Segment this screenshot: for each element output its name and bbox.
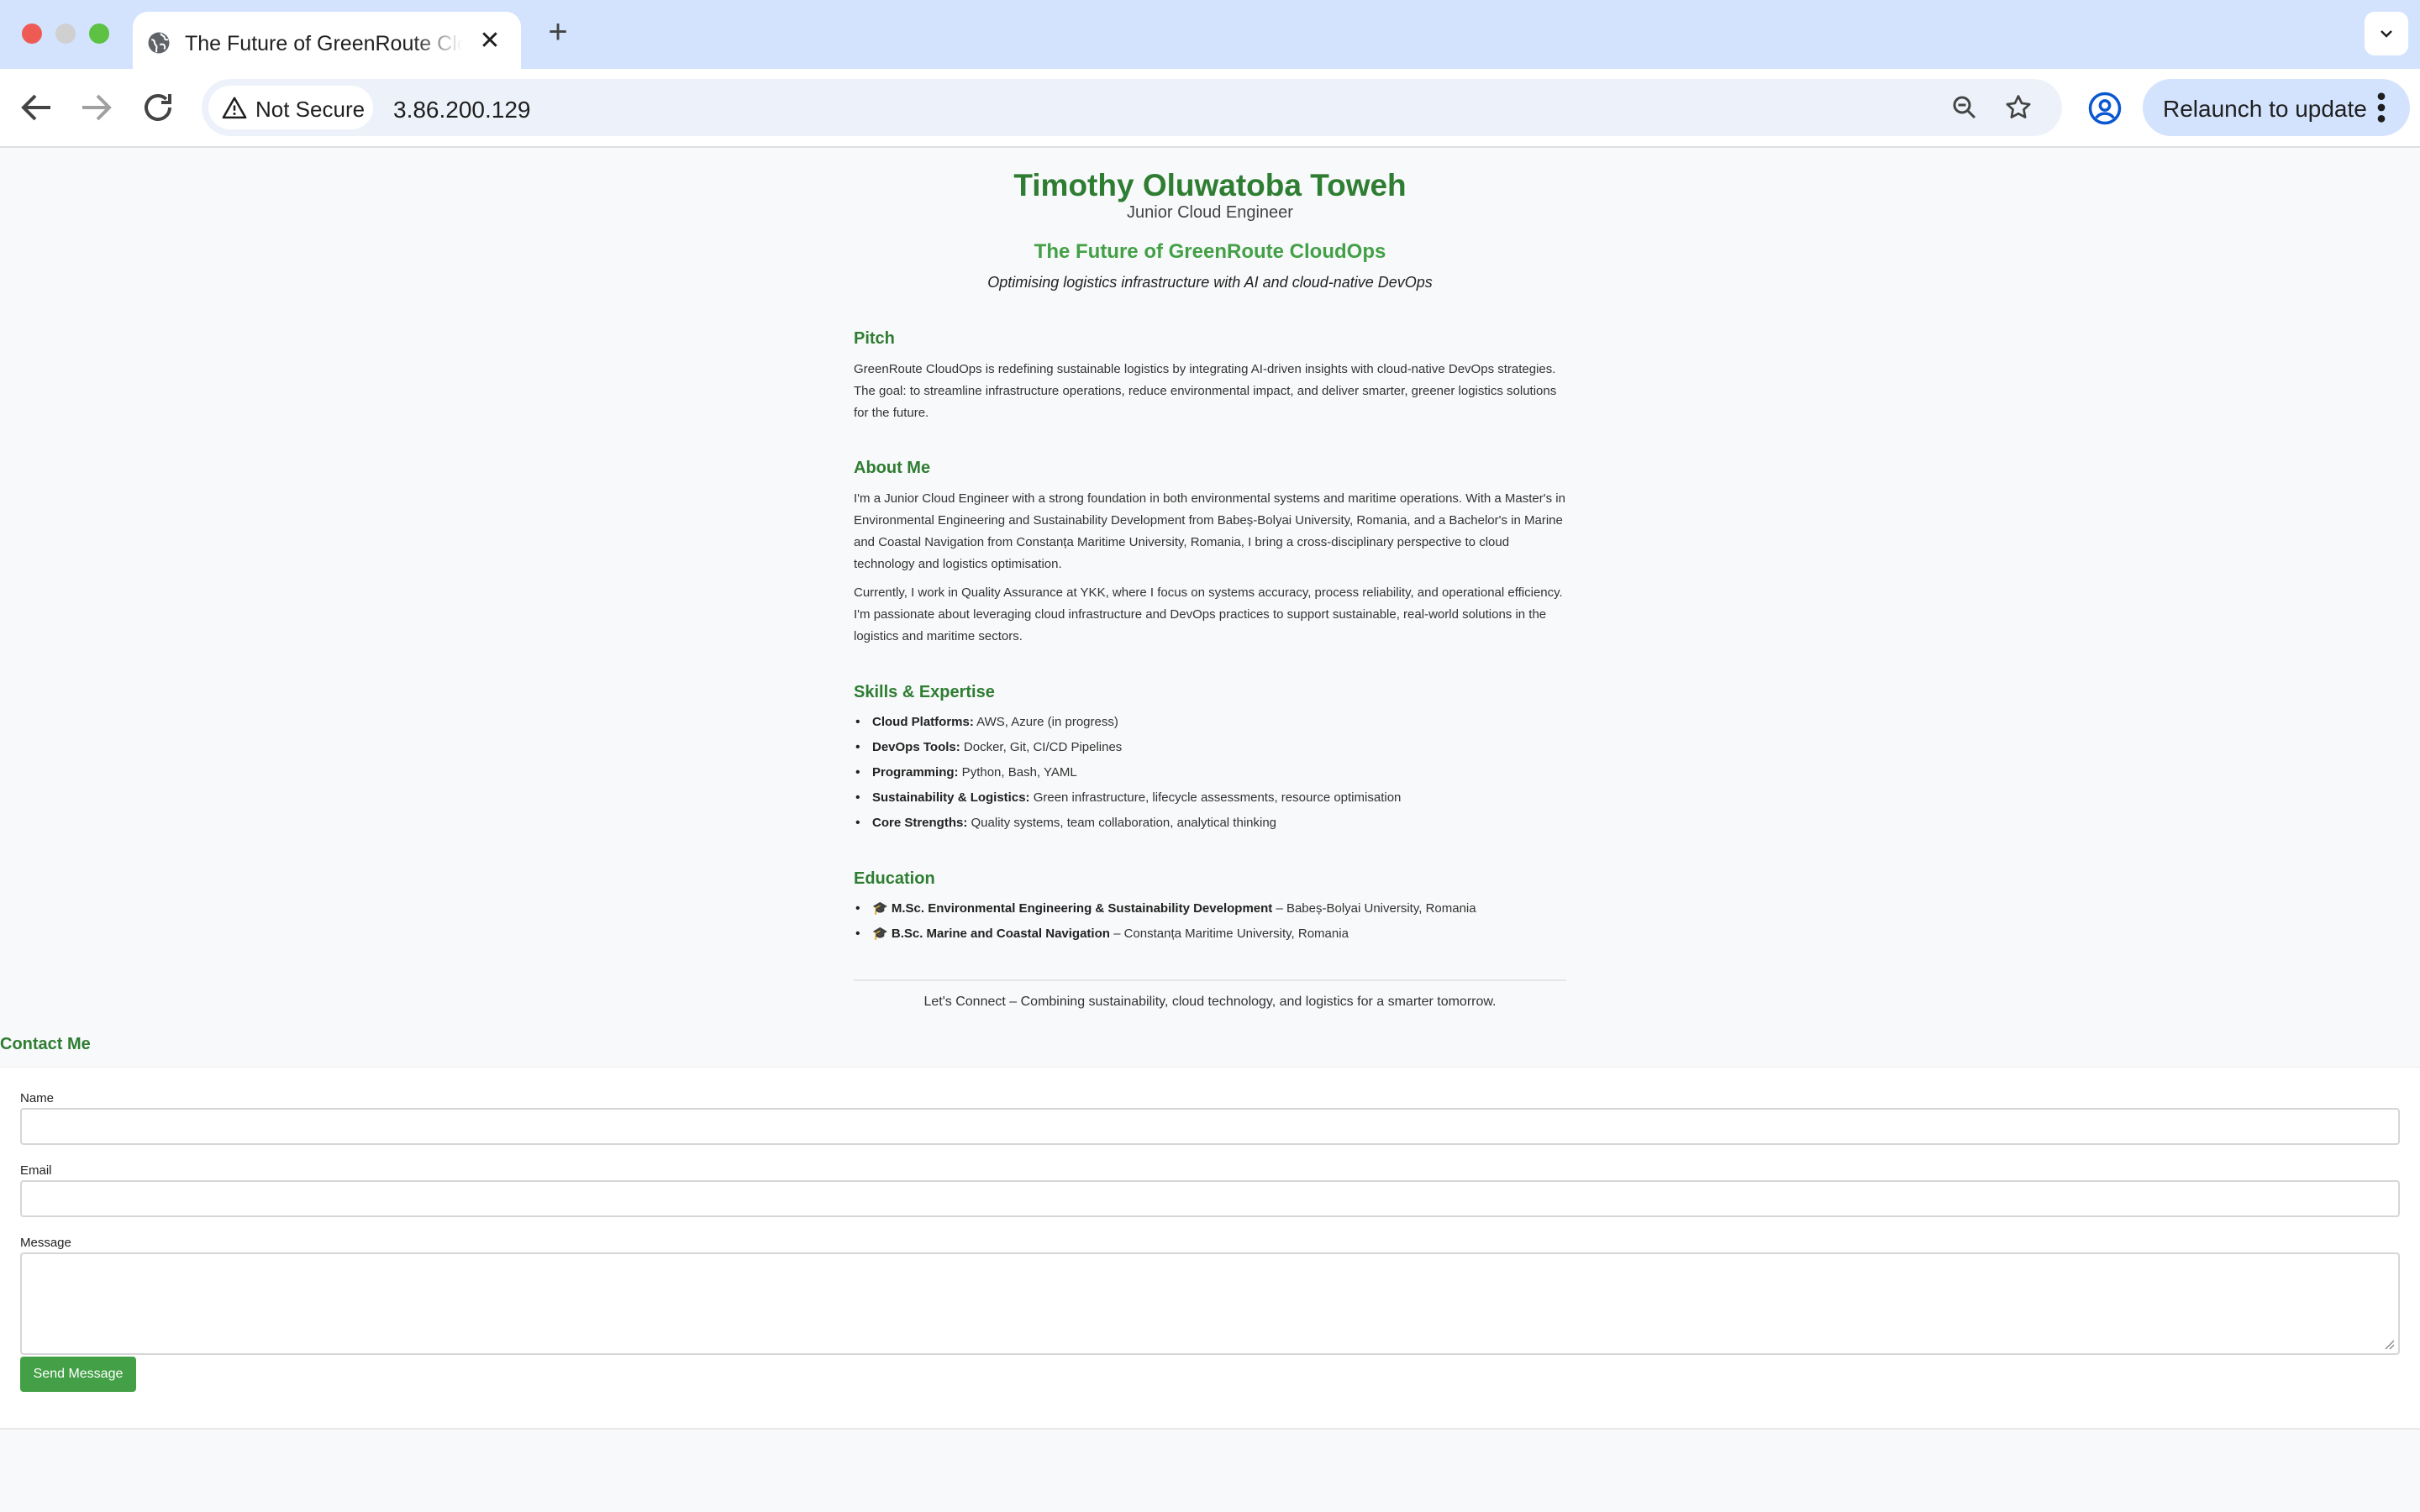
skills-heading: Skills & Expertise bbox=[854, 683, 995, 701]
list-item: DevOps Tools: Docker, Git, CI/CD Pipelin… bbox=[854, 735, 1566, 760]
skill-label: Cloud Platforms: bbox=[872, 715, 974, 729]
globe-icon bbox=[148, 32, 170, 54]
list-item: Cloud Platforms: AWS, Azure (in progress… bbox=[854, 710, 1566, 735]
page-viewport: Timothy Oluwatoba Toweh Junior Cloud Eng… bbox=[0, 150, 2420, 1512]
school-name: – Constanța Maritime University, Romania bbox=[1109, 927, 1349, 941]
skill-label: DevOps Tools: bbox=[872, 740, 960, 754]
graduation-cap-icon: 🎓 bbox=[872, 901, 888, 916]
graduation-cap-icon: 🎓 bbox=[872, 927, 888, 941]
profile-icon[interactable] bbox=[2087, 91, 2123, 126]
relaunch-label: Relaunch to update bbox=[2163, 96, 2367, 122]
skill-value: Quality systems, team collaboration, ana… bbox=[967, 816, 1277, 830]
job-title: Junior Cloud Engineer bbox=[1127, 203, 1293, 222]
skill-label: Programming: bbox=[872, 765, 959, 780]
headline: The Future of GreenRoute CloudOps bbox=[1034, 240, 1386, 263]
address-bar[interactable]: Not Secure 3.86.200.129 bbox=[202, 79, 2062, 136]
send-message-button[interactable]: Send Message bbox=[20, 1357, 136, 1392]
skill-label: Sustainability & Logistics: bbox=[872, 790, 1030, 805]
relaunch-button[interactable]: Relaunch to update bbox=[2143, 79, 2410, 136]
close-tab-icon[interactable]: ✕ bbox=[477, 29, 502, 54]
skills-list: Cloud Platforms: AWS, Azure (in progress… bbox=[854, 710, 1566, 836]
list-item: 🎓 M.Sc. Environmental Engineering & Sust… bbox=[854, 896, 1566, 921]
contact-heading: Contact Me bbox=[0, 1035, 91, 1053]
forward-arrow-icon[interactable] bbox=[76, 87, 116, 128]
contact-form: Name Email Message Send Message bbox=[0, 1067, 2420, 1430]
divider bbox=[854, 979, 1566, 981]
browser-tab-active[interactable]: The Future of GreenRoute CloudOps ✕ bbox=[133, 12, 521, 69]
skill-value: AWS, Azure (in progress) bbox=[973, 715, 1118, 729]
skill-value: Green infrastructure, lifecycle assessme… bbox=[1029, 790, 1402, 805]
tab-search-button[interactable] bbox=[2365, 12, 2408, 55]
zoom-icon[interactable] bbox=[1949, 92, 1980, 123]
new-tab-icon[interactable]: + bbox=[541, 15, 575, 49]
education-list: 🎓 M.Sc. Environmental Engineering & Sust… bbox=[854, 896, 1566, 947]
resize-handle-icon[interactable] bbox=[2383, 1338, 2395, 1350]
footer-text: Let's Connect – Combining sustainability… bbox=[923, 995, 1497, 1009]
browser-toolbar: Not Secure 3.86.200.129 Relaunch to upda… bbox=[0, 69, 2420, 148]
reload-icon[interactable] bbox=[138, 87, 178, 128]
url-text[interactable]: 3.86.200.129 bbox=[393, 97, 531, 123]
page-title: Timothy Oluwatoba Toweh bbox=[1013, 168, 1407, 202]
list-item: Sustainability & Logistics: Green infras… bbox=[854, 785, 1566, 811]
about-heading: About Me bbox=[854, 459, 931, 477]
window-minimize-button[interactable] bbox=[55, 24, 76, 44]
skill-value: Docker, Git, CI/CD Pipelines bbox=[960, 740, 1123, 754]
tagline: Optimising logistics infrastructure with… bbox=[987, 274, 1433, 291]
about-paragraph-1: I'm a Junior Cloud Engineer with a stron… bbox=[854, 491, 1565, 571]
list-item: Programming: Python, Bash, YAML bbox=[854, 760, 1566, 785]
skill-value: Python, Bash, YAML bbox=[958, 765, 1077, 780]
window-maximize-button[interactable] bbox=[89, 24, 109, 44]
not-secure-label: Not Secure bbox=[255, 97, 366, 122]
degree-name: M.Sc. Environmental Engineering & Sustai… bbox=[891, 901, 1273, 916]
warning-icon bbox=[222, 97, 247, 119]
name-field[interactable] bbox=[20, 1108, 2400, 1145]
security-chip[interactable]: Not Secure bbox=[208, 86, 373, 129]
list-item: Core Strengths: Quality systems, team co… bbox=[854, 811, 1566, 836]
pitch-text: GreenRoute CloudOps is redefining sustai… bbox=[854, 362, 1557, 420]
chevron-down-icon bbox=[2381, 30, 2392, 38]
email-label: Email bbox=[20, 1163, 52, 1178]
about-paragraph-2: Currently, I work in Quality Assurance a… bbox=[854, 585, 1563, 643]
degree-name: B.Sc. Marine and Coastal Navigation bbox=[891, 927, 1110, 941]
email-field[interactable] bbox=[20, 1180, 2400, 1217]
pitch-heading: Pitch bbox=[854, 329, 895, 348]
school-name: – Babeș-Bolyai University, Romania bbox=[1272, 901, 1476, 916]
bookmark-star-icon[interactable] bbox=[2003, 92, 2033, 123]
site-info-chip[interactable]: Not Secure 3.86.200.129 bbox=[208, 86, 571, 129]
tab-strip: The Future of GreenRoute CloudOps ✕ + bbox=[0, 0, 2420, 69]
name-label: Name bbox=[20, 1091, 55, 1105]
tab-title: The Future of GreenRoute CloudOps bbox=[185, 32, 462, 55]
education-heading: Education bbox=[854, 869, 935, 888]
window-close-button[interactable] bbox=[22, 24, 42, 44]
more-vertical-icon[interactable] bbox=[2375, 91, 2388, 124]
list-item: 🎓 B.Sc. Marine and Coastal Navigation – … bbox=[854, 921, 1566, 947]
message-field[interactable] bbox=[20, 1252, 2400, 1355]
message-label: Message bbox=[20, 1236, 71, 1250]
skill-label: Core Strengths: bbox=[872, 816, 968, 830]
back-arrow-icon[interactable] bbox=[17, 87, 57, 128]
